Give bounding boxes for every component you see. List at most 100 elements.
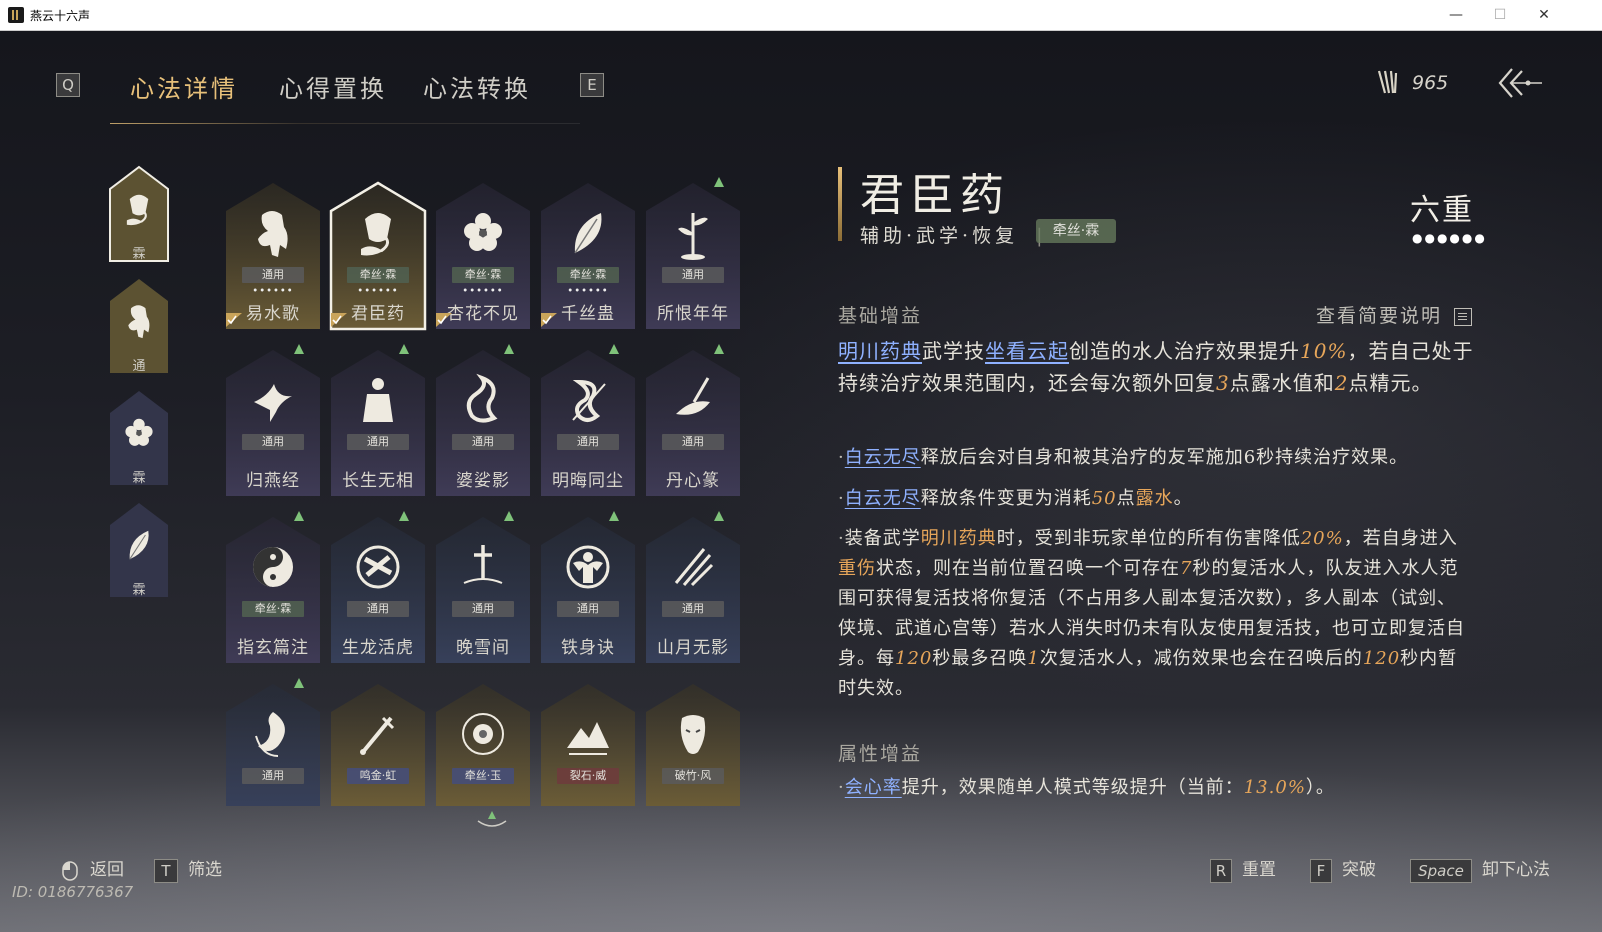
text: ，若自身进入 <box>1343 528 1458 549</box>
upgrade-available-icon <box>294 344 304 354</box>
tab-next-key[interactable]: E <box>580 73 604 97</box>
skill-card[interactable]: 通用 生龙活虎 <box>329 511 427 665</box>
skill-card-name: 婆娑影 <box>456 471 510 491</box>
horse-icon <box>128 305 150 339</box>
currency-amount: 965 <box>1412 72 1449 94</box>
tab-skill-convert[interactable]: 心法转换 <box>423 69 531 104</box>
skill-card-tag: 通用 <box>347 434 409 450</box>
breakthrough-key: F <box>1310 858 1332 883</box>
number: 50 <box>1091 488 1117 509</box>
number: 120 <box>1362 648 1401 669</box>
brush-icon <box>676 377 710 415</box>
skill-title: 君臣药 <box>860 170 1010 221</box>
pouring-vessel-icon <box>361 213 391 256</box>
unequip-hint[interactable]: Space 卸下心法 <box>1410 855 1550 883</box>
skill-card[interactable]: 通用 •••••• 易水歌 <box>224 181 322 331</box>
number: 120 <box>895 648 933 669</box>
tiger-emblem-icon <box>356 545 400 589</box>
sect-filter-item[interactable]: 霖 <box>108 389 170 487</box>
sect-filter-item[interactable]: 霖 <box>108 501 170 599</box>
skill-card-name: 指玄篇注 <box>237 638 309 658</box>
skill-card-tag: 通用 <box>242 434 304 450</box>
maximize-button[interactable]: ☐ <box>1480 4 1520 26</box>
scroll-down-indicator[interactable] <box>476 809 508 831</box>
slash-icon <box>674 548 714 587</box>
flower-icon <box>464 213 502 251</box>
text: 秒最多召唤 <box>932 648 1028 669</box>
breakthrough-hint[interactable]: F 突破 <box>1310 855 1376 883</box>
upgrade-available-icon <box>714 177 724 187</box>
equipped-check-icon <box>541 313 557 327</box>
skill-card-tag: 牵丝·霖 <box>242 601 304 617</box>
skill-card[interactable]: 裂石·威 <box>539 682 637 832</box>
keyword-link[interactable]: 白云无尽 <box>845 447 921 468</box>
skill-card[interactable]: 通用 婆娑影 <box>434 344 532 498</box>
sect-filter-label: 霖 <box>132 247 146 262</box>
skill-card[interactable]: 通用 归燕经 <box>224 344 322 498</box>
skill-card[interactable]: 通用 晚雪间 <box>434 511 532 665</box>
number: 2 <box>1334 371 1349 395</box>
bullet-line-4: ·会心率提升，效果随单人模式等级提升（当前：13.0%）。 <box>838 773 1478 803</box>
skill-card[interactable]: 通用 铁身诀 <box>539 511 637 665</box>
bullet: · <box>838 528 845 549</box>
flower-icon <box>125 418 153 446</box>
skill-card[interactable]: 牵丝·霖 •••••• 千丝蛊 <box>539 181 637 331</box>
filter-hint[interactable]: T 筛选 <box>154 855 222 883</box>
skill-card[interactable]: 牵丝·霖 •••••• 杏花不见 <box>434 181 532 331</box>
skill-card-name: 铁身诀 <box>561 638 615 658</box>
bottom-hint-bar: 返回 T 筛选 R 重置 F 突破 Space 卸下心法 <box>0 851 1602 911</box>
close-button[interactable]: ✕ <box>1524 4 1564 26</box>
back-hint[interactable]: 返回 <box>62 855 124 881</box>
keyword-link[interactable]: 白云无尽 <box>845 488 921 509</box>
leaf-icon <box>129 530 149 560</box>
text: 释放条件变更为消耗 <box>920 488 1092 509</box>
minimize-button[interactable]: — <box>1436 4 1476 26</box>
text: 释放后会对自身和被其治疗的友军施加6秒持续治疗效果。 <box>920 447 1409 468</box>
mountain-icon <box>567 722 609 755</box>
keyword-link[interactable]: 明川药典 <box>838 339 922 363</box>
text: 点精元。 <box>1348 371 1433 395</box>
skill-card[interactable]: 通用 明晦同尘 <box>539 344 637 498</box>
equipped-check-icon <box>331 313 347 327</box>
skill-card[interactable]: 通用 山月无影 <box>644 511 742 665</box>
skill-card-tag: 牵丝·霖 <box>452 267 514 283</box>
skill-card[interactable]: 通用 丹心篆 <box>644 344 742 498</box>
skill-card[interactable]: 通用 所恨年年 <box>644 177 742 331</box>
tab-prev-key[interactable]: Q <box>56 73 80 97</box>
sect-filter-item[interactable]: 霖 <box>108 165 170 263</box>
tab-skill-details[interactable]: 心法详情 <box>130 69 238 104</box>
skill-card[interactable]: 破竹·风 <box>644 682 742 832</box>
sword-icon <box>360 716 395 755</box>
skill-card-name: 明晦同尘 <box>552 471 624 491</box>
tab-insight-swap[interactable]: 心得置换 <box>279 69 387 104</box>
sect-filter-item[interactable]: 通 <box>108 277 170 375</box>
rank-dots: ●●●●●● <box>1412 231 1487 245</box>
reset-hint[interactable]: R 重置 <box>1210 855 1276 883</box>
skill-card[interactable]: 通用 <box>224 678 322 832</box>
keyword-link[interactable]: 会心率 <box>845 777 902 798</box>
upgrade-available-icon <box>399 511 409 521</box>
skill-card[interactable]: 通用 长生无相 <box>329 344 427 498</box>
skill-card-tag: 通用 <box>452 601 514 617</box>
pouring-vessel-icon <box>126 194 149 226</box>
user-id: ID: 0186776367 <box>12 883 134 901</box>
skill-card[interactable]: 牵丝·霖指玄篇注 <box>224 511 322 665</box>
sect-filter-label: 霖 <box>132 583 146 598</box>
number: 10% <box>1300 339 1348 363</box>
keyword-link[interactable]: 坐看云起 <box>985 339 1069 363</box>
skill-card-name: 生龙活虎 <box>342 638 414 658</box>
skill-card-tag: 裂石·威 <box>557 768 619 784</box>
back-arrow-icon[interactable] <box>1498 65 1544 101</box>
skill-card[interactable]: 鸣金·虹 <box>329 682 427 832</box>
number: 3 <box>1216 371 1230 395</box>
skill-card-name: 晚雪间 <box>456 638 510 658</box>
text: 时，受到非玩家单位的所有伤害降低 <box>996 528 1301 549</box>
lotus-icon <box>462 713 504 755</box>
title-accent-bar <box>838 167 842 241</box>
view-brief-description-button[interactable]: 查看简要说明 <box>1316 301 1473 328</box>
skill-card[interactable]: 牵丝·霖 •••••• 君臣药 <box>329 181 427 331</box>
bullet-line-1: ·白云无尽释放后会对自身和被其治疗的友军施加6秒持续治疗效果。 <box>838 443 1478 473</box>
base-bonus-paragraph: 明川药典武学技坐看云起创造的水人治疗效果提升10%，若自己处于持续治疗效果范围内… <box>838 335 1478 399</box>
bullet-line-2: ·白云无尽释放条件变更为消耗50点露水。 <box>838 484 1478 514</box>
skill-card-rank-dots: •••••• <box>462 286 504 297</box>
